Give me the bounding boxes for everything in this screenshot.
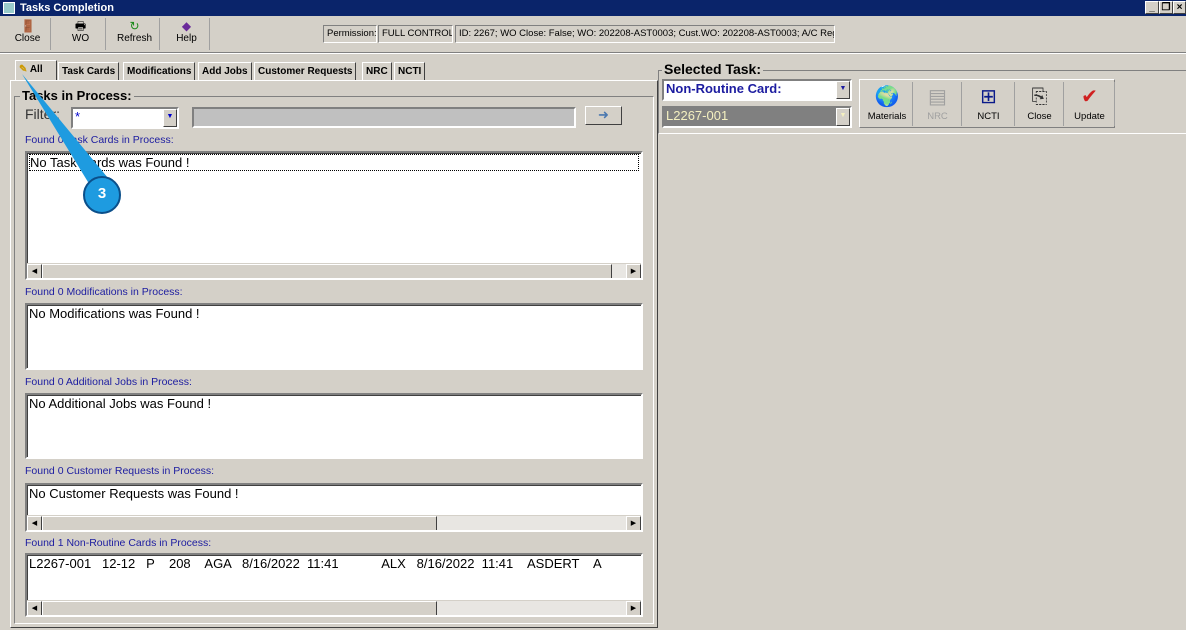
clipboard-check-icon: ✔ — [1081, 86, 1098, 108]
nrc-folder-icon: ▤ — [928, 86, 947, 108]
globe-hand-icon: 🌍 — [874, 86, 900, 108]
work-order-info: ID: 2267; WO Close: False; WO: 202208-AS… — [455, 25, 835, 43]
horizontal-scrollbar[interactable]: ◀ ▶ — [27, 600, 641, 615]
customer-requests-label: Found 0 Customer Requests in Process: — [25, 465, 215, 477]
scroll-thumb[interactable] — [42, 601, 437, 615]
help-button[interactable]: ◆ Help — [164, 18, 210, 50]
horizontal-scrollbar[interactable]: ◀ ▶ — [27, 263, 641, 278]
scroll-thumb[interactable] — [42, 264, 612, 278]
ncti-button[interactable]: ⊞ NCTI — [963, 82, 1015, 126]
scroll-right-icon[interactable]: ▶ — [626, 516, 641, 530]
permission-label: Permission: — [323, 25, 377, 43]
materials-label: Materials — [867, 111, 907, 122]
task-type-value: Non-Routine Card: — [666, 81, 782, 96]
ncti-label: NCTI — [977, 111, 1000, 122]
filter-text-input[interactable] — [192, 107, 576, 128]
tab-ncti[interactable]: NCTI — [394, 62, 426, 81]
scroll-left-icon[interactable]: ◀ — [27, 264, 42, 278]
nrc-button[interactable]: ▤ NRC — [914, 82, 962, 126]
tab-customer-requests[interactable]: Customer Requests — [254, 62, 357, 81]
horizontal-scrollbar[interactable]: ◀ ▶ — [27, 515, 641, 530]
chevron-down-icon[interactable]: ▼ — [836, 108, 850, 126]
task-id-combo[interactable]: L2267-001 ▼ — [662, 106, 852, 128]
list-item[interactable]: No Customer Requests was Found ! — [29, 486, 639, 501]
chevron-down-icon[interactable]: ▼ — [163, 109, 177, 127]
task-type-combo[interactable]: Non-Routine Card: ▼ — [662, 79, 852, 101]
additional-jobs-list[interactable]: No Additional Jobs was Found ! — [25, 393, 643, 459]
minimize-button[interactable]: _ — [1145, 1, 1159, 14]
scroll-left-icon[interactable]: ◀ — [27, 516, 42, 530]
ncti-import-icon: ⊞ — [980, 86, 997, 108]
close-window-button[interactable]: × — [1173, 1, 1186, 14]
title-bar: Tasks Completion — [0, 0, 1186, 16]
close-task-label: Close — [1027, 111, 1052, 122]
scroll-thumb[interactable] — [42, 516, 437, 530]
help-book-icon: ◆ — [181, 19, 192, 33]
scroll-right-icon[interactable]: ▶ — [626, 264, 641, 278]
task-id-value: L2267-001 — [666, 108, 729, 123]
non-routine-cards-list[interactable]: L2267-001 12-12 P 208 AGA 8/16/2022 11:4… — [25, 553, 643, 617]
list-item[interactable]: L2267-001 12-12 P 208 AGA 8/16/2022 11:4… — [29, 556, 639, 571]
tab-add-jobs[interactable]: Add Jobs — [198, 62, 252, 81]
tab-nrc[interactable]: NRC — [362, 62, 392, 81]
update-button[interactable]: ✔ Update — [1065, 82, 1115, 126]
scroll-left-icon[interactable]: ◀ — [27, 601, 42, 615]
nrc-label: NRC — [927, 111, 948, 122]
non-routine-cards-label: Found 1 Non-Routine Cards in Process: — [25, 537, 212, 549]
modifications-list[interactable]: No Modifications was Found ! — [25, 303, 643, 370]
arrow-right-icon: ➜ — [598, 107, 609, 122]
permission-value: FULL CONTROL — [378, 25, 453, 43]
selected-task-title: Selected Task: — [662, 61, 764, 77]
additional-jobs-label: Found 0 Additional Jobs in Process: — [25, 376, 192, 388]
update-label: Update — [1074, 111, 1105, 122]
scroll-right-icon[interactable]: ▶ — [626, 601, 641, 615]
customer-requests-list[interactable]: No Customer Requests was Found ! ◀ ▶ — [25, 483, 643, 532]
close-task-button[interactable]: ⎘ Close — [1016, 82, 1064, 126]
modifications-label: Found 0 Modifications in Process: — [25, 286, 183, 298]
toolbar-divider — [0, 52, 1186, 54]
apply-filter-button[interactable]: ➜ — [585, 106, 622, 125]
close-document-icon: ⎘ — [1031, 86, 1048, 108]
callout-number: 3 — [97, 185, 107, 202]
materials-button[interactable]: 🌍 Materials — [862, 82, 913, 126]
list-item[interactable]: No Modifications was Found ! — [29, 306, 639, 321]
help-label: Help — [176, 33, 197, 44]
chevron-down-icon[interactable]: ▼ — [836, 81, 850, 99]
list-item[interactable]: No Additional Jobs was Found ! — [29, 396, 639, 411]
restore-button[interactable]: ❐ — [1159, 1, 1173, 14]
